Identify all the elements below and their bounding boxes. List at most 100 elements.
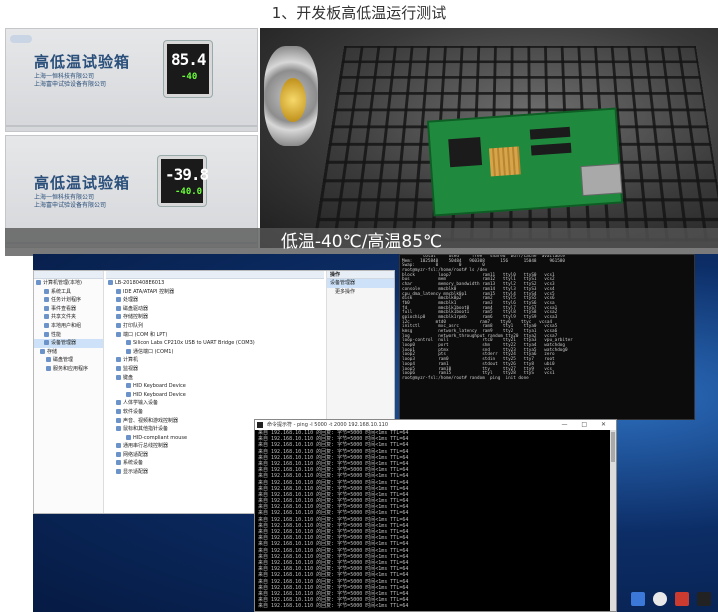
device-tree-item[interactable]: 键盘 [106,374,324,383]
folder-icon [44,331,49,337]
tree-item[interactable]: 任务计划程序 [34,296,103,305]
device-icon [108,280,113,285]
device-icon [116,331,121,337]
device-label: HID Keyboard Device [133,391,186,398]
device-tree-item[interactable]: HID Keyboard Device [106,382,324,391]
computer-management-tree[interactable]: 计算机管理(本地) 系统工具 任务计划程序 事件查看器共享文件夹 本地用户和组 性能设备管… [34,271,104,513]
device-icon [116,297,121,303]
device-tree-item[interactable]: 通信端口 (COM1) [106,348,324,357]
device-tree-item[interactable]: 处理器 [106,296,324,305]
device-icon [126,434,131,440]
terminal-icon[interactable] [697,592,711,606]
device-icon [116,408,121,414]
tree-item-label: 事件查看器 [51,305,77,312]
device-tree-item[interactable]: 监视器 [106,365,324,374]
tree-header [34,271,103,279]
terminal-line: root@myzr-fsl:/home/root# random ping in… [402,375,529,381]
tree-item-label: 性能 [51,331,62,338]
tree-item[interactable]: 计算机管理(本地) [34,279,103,288]
scrollbar-thumb[interactable] [611,432,615,462]
file-explorer-icon[interactable] [631,592,645,606]
device-label: 声音、视频和游戏控制器 [123,417,179,424]
tree-item-label: 设备管理器 [51,340,77,347]
device-icon [116,417,121,423]
device-tree-item[interactable]: 打印队列 [106,322,324,331]
folder-icon [44,305,49,311]
caption-bar: 低温-40℃/高温85℃ [5,228,718,256]
chamber-company: 上海一恒科技有限公司 上海富申试验设备有限公司 [34,194,106,210]
tree-item[interactable]: 设备管理器 [34,339,103,348]
window-controls[interactable]: — □ ✕ [561,420,612,430]
cmd-ping-window[interactable]: 命令提示符 - ping -l 5000 -t 2000 192.168.10.… [254,419,617,612]
device-label: 软件设备 [123,408,144,415]
tree-item[interactable]: 性能 [34,331,103,340]
controller-reading-pv: 85.4 [171,50,207,69]
controller-reading-pv: -39.8 [165,165,209,184]
terminal-icon [257,422,263,428]
page-title: 1、开发板高低温运行测试 [271,4,447,22]
device-tree-item[interactable]: 软件设备 [106,408,324,417]
device-label: Silicon Labs CP210x USB to UART Bridge (… [133,340,255,347]
serial-terminal-window[interactable]: total used free shared buff/cache availa… [399,254,695,420]
controller-reading-sv: -40.0 [175,187,203,197]
device-icon [116,322,121,328]
action-device-manager[interactable]: 设备管理器 [327,279,394,288]
port-plug [280,78,306,122]
tree-item[interactable]: 共享文件夹 [34,313,103,322]
taskbar-icons [623,586,718,612]
device-label: 监视器 [123,365,139,372]
tree-item-label: 计算机管理(本地) [43,280,82,286]
folder-icon [36,280,41,285]
tree-item[interactable]: 服务和应用程序 [34,365,103,374]
device-label: IDE ATA/ATAPI 控制器 [123,288,175,295]
controller-reading-sv: -40 [181,72,198,82]
device-icon [116,469,121,475]
chrome-icon[interactable] [653,592,667,606]
action-more[interactable]: 更多操作 [327,288,394,297]
tree-item[interactable]: 磁盘管理 [34,356,103,365]
tree-item[interactable]: 系统工具 [34,288,103,297]
device-tree-item[interactable]: 磁盘驱动器 [106,305,324,314]
device-tree-item[interactable]: Silicon Labs CP210x USB to UART Bridge (… [106,339,324,348]
device-tree-item[interactable]: 计算机 [106,356,324,365]
company-line: 上海富申试验设备有限公司 [34,81,107,88]
tree-item[interactable]: 本地用户和组 [34,322,103,331]
tree-item-label: 磁盘管理 [53,357,74,364]
tree-item[interactable]: 事件查看器 [34,305,103,314]
tree-item-label: 存储 [47,348,58,355]
folder-icon [44,314,49,320]
device-tree-item[interactable]: LB-20180408E6013 [106,279,324,288]
device-label: 键盘 [123,374,134,381]
chamber-name: 高低温试验箱 [34,174,131,192]
oven-interior-photo [260,28,718,248]
folder-icon [44,297,49,303]
device-tree-item[interactable]: 存储控制器 [106,313,324,322]
device-icon [126,348,131,354]
ping-reply-line: 来自 192.168.10.110 的回复: 字节=5000 时间<1ms TT… [258,603,409,610]
device-icon [116,460,121,466]
app-icon[interactable] [675,592,689,606]
windows-desktop: 计算机管理(本地) 系统工具 任务计划程序 事件查看器 共享文件夹 本地用户和组 性能 设备管… [33,254,718,612]
device-label: 磁盘驱动器 [123,305,149,312]
device-label: 鼠标和其他指针设备 [123,426,169,433]
ram-chip [530,142,572,156]
device-icon [126,383,131,389]
device-label: 系统设备 [123,460,144,467]
device-tree-item[interactable]: IDE ATA/ATAPI 控制器 [106,288,324,297]
ethernet-port-icon [580,163,623,197]
device-icon [126,340,131,346]
cable-port-icon [264,46,318,146]
cmd-title-bar[interactable]: 命令提示符 - ping -l 5000 -t 2000 192.168.10.… [255,420,616,430]
device-tree-header [106,271,324,279]
tree-item-label: 共享文件夹 [51,314,77,321]
folder-icon [46,365,51,371]
device-tree-item[interactable]: 人体学输入设备 [106,399,324,408]
device-icon [116,305,121,311]
folder-icon [44,288,49,294]
device-label: HID Keyboard Device [133,383,186,390]
folder-icon [44,322,49,328]
device-tree-item[interactable]: 端口 (COM 和 LPT) [106,331,324,340]
tree-item[interactable]: 存储 [34,348,103,357]
device-tree-item[interactable]: HID Keyboard Device [106,391,324,400]
temperature-controller: -39.8 -40.0 [158,156,209,206]
